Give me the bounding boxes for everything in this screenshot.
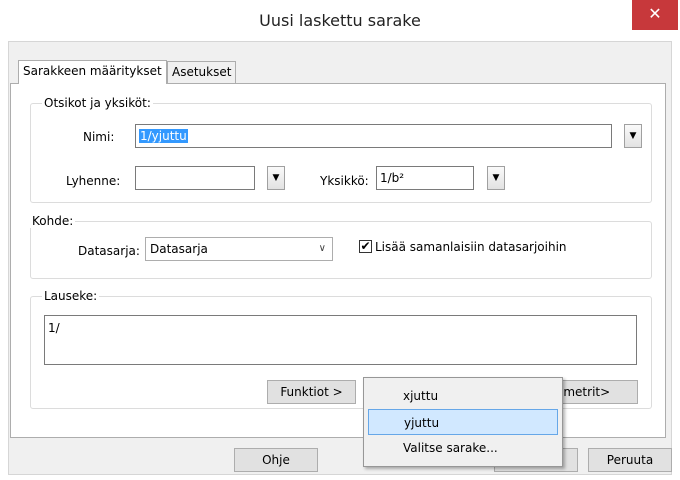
functions-context-menu: xjuttu yjuttu Valitse sarake... [363, 377, 563, 467]
functions-button[interactable]: Funktiot > [267, 380, 356, 404]
tab-settings[interactable]: Asetukset [167, 61, 237, 83]
abbr-dropdown-button[interactable]: ▼ [267, 166, 285, 190]
close-button[interactable]: ✕ [632, 0, 678, 30]
add-similar-label: Lisää samanlaisiin datasarjoihin [375, 240, 567, 254]
menu-item-xjuttu[interactable]: xjuttu [368, 383, 558, 409]
dataset-value: Datasarja [150, 242, 208, 256]
chevron-down-icon: ∨ [318, 243, 326, 254]
add-similar-checkbox[interactable]: ✔ [359, 240, 372, 253]
tab-label: Asetukset [172, 65, 232, 79]
abbr-input[interactable] [135, 166, 255, 190]
expression-group-label: Lauseke: [42, 289, 100, 303]
expression-textarea[interactable]: 1/ [44, 315, 637, 365]
name-label: Nimi: [83, 130, 115, 144]
close-icon: ✕ [648, 4, 662, 23]
help-button[interactable]: Ohje [234, 448, 318, 472]
tab-column-definitions[interactable]: Sarakkeen määritykset [18, 60, 167, 84]
menu-item-label: xjuttu [403, 389, 439, 403]
abbr-label: Lyhenne: [66, 174, 121, 188]
triangle-down-icon: ▼ [272, 173, 280, 183]
menu-item-yjuttu[interactable]: yjuttu [368, 409, 558, 435]
unit-label: Yksikkö: [320, 174, 369, 188]
name-dropdown-button[interactable]: ▼ [624, 124, 642, 148]
triangle-down-icon: ▼ [629, 131, 637, 141]
menu-item-label: Valitse sarake... [403, 441, 498, 455]
expression-value: 1/ [48, 321, 60, 335]
menu-item-label: yjuttu [404, 416, 440, 430]
name-input[interactable]: 1/yjuttu [135, 124, 612, 148]
name-value: 1/yjuttu [139, 129, 188, 143]
checkmark-icon: ✔ [360, 239, 371, 253]
unit-input[interactable]: 1/b² [376, 166, 474, 190]
window-title: Uusi laskettu sarake [259, 11, 421, 30]
tab-label: Sarakkeen määritykset [23, 64, 162, 78]
triangle-down-icon: ▼ [492, 173, 500, 183]
dataset-label: Datasarja: [78, 244, 140, 258]
cancel-button[interactable]: Peruuta [588, 448, 672, 472]
headings-group-label: Otsikot ja yksiköt: [42, 96, 153, 110]
target-group-label: Kohde: [30, 214, 76, 228]
dataset-select[interactable]: Datasarja ∨ [145, 237, 333, 261]
menu-item-select-column[interactable]: Valitse sarake... [368, 435, 558, 461]
unit-dropdown-button[interactable]: ▼ [487, 166, 505, 190]
